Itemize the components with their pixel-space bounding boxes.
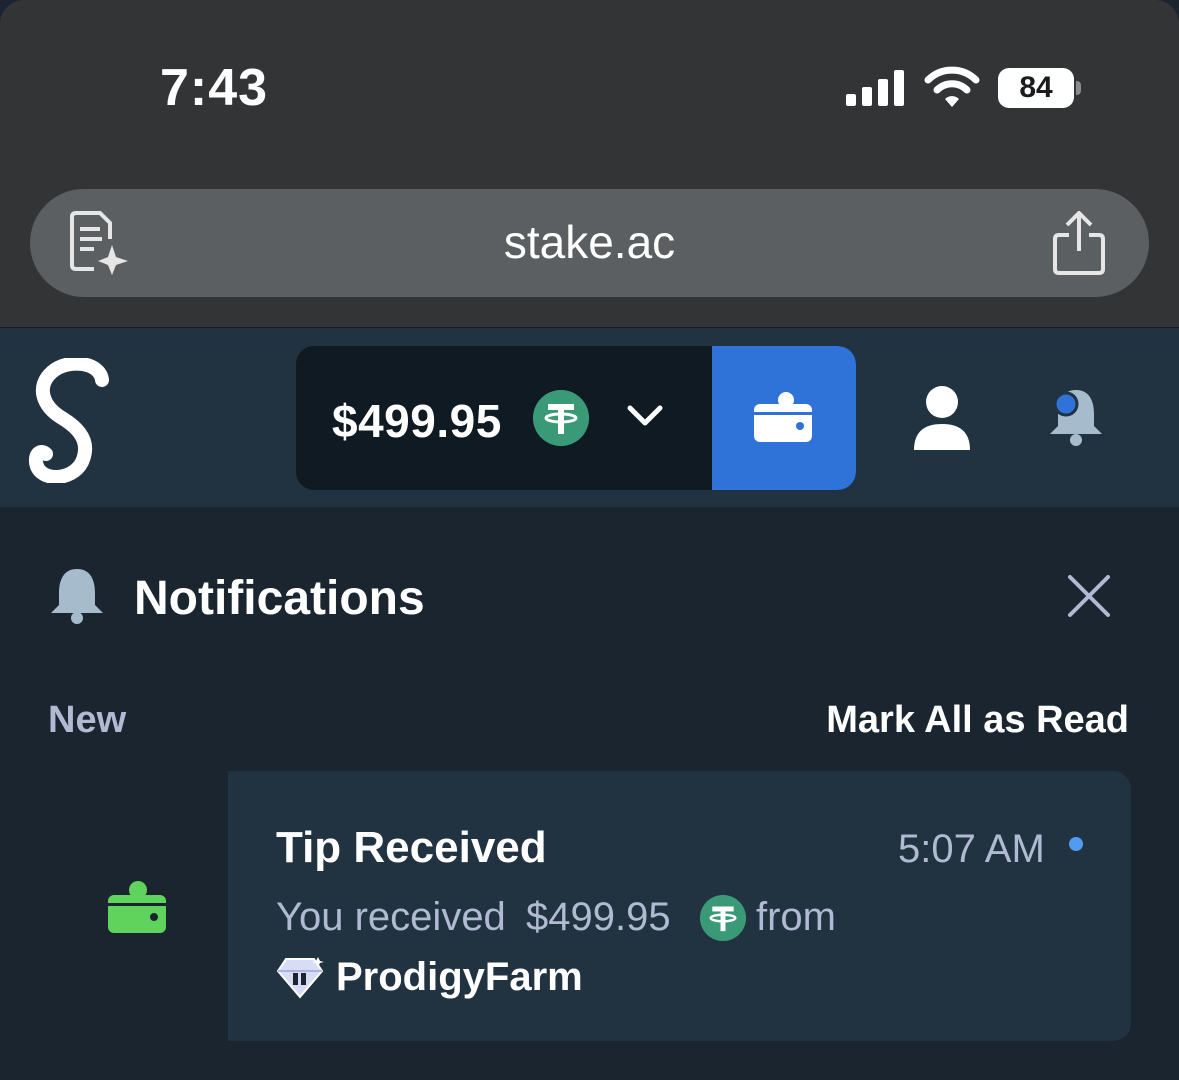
notification-text-prefix: You received (276, 895, 506, 939)
browser-chrome: 7:43 84 stake.ac (0, 0, 1179, 327)
vip-diamond-icon (276, 957, 324, 999)
balance-amount[interactable]: $499.95 (332, 394, 502, 448)
battery-icon: 84 (998, 68, 1082, 108)
wifi-icon (924, 66, 980, 107)
notification-icon-area (48, 771, 228, 1041)
chevron-down-icon[interactable] (626, 404, 664, 428)
section-label-new: New (48, 699, 127, 741)
wallet-icon (108, 881, 166, 933)
tether-icon (700, 895, 746, 941)
notification-bell-icon[interactable] (1046, 384, 1106, 448)
mark-all-read-button[interactable]: Mark All as Read (826, 699, 1129, 742)
notifications-panel: Notifications New Mark All as Read Tip R… (0, 507, 1179, 1080)
bell-icon (51, 569, 103, 624)
notification-item[interactable]: Tip Received 5:07 AM You received $499.9… (48, 771, 1131, 1041)
notification-time: 5:07 AM (898, 827, 1045, 871)
wallet-button[interactable] (712, 346, 856, 490)
notification-title: Tip Received (276, 823, 547, 872)
notification-amount: $499.95 (526, 895, 671, 939)
notification-text-suffix: from (756, 895, 836, 939)
stake-logo[interactable] (28, 358, 118, 483)
app-header: $499.95 (0, 327, 1179, 507)
tether-icon (533, 390, 589, 446)
battery-level: 84 (1019, 71, 1053, 104)
unread-indicator (1069, 837, 1083, 851)
status-time: 7:43 (160, 59, 269, 117)
url-text[interactable]: stake.ac (30, 215, 1149, 269)
user-icon[interactable] (912, 386, 972, 450)
cellular-signal-icon (846, 70, 904, 106)
notifications-title: Notifications (134, 572, 425, 625)
balance-selector[interactable]: $499.95 (296, 346, 856, 490)
wallet-icon (754, 392, 812, 442)
url-bar[interactable]: stake.ac (30, 189, 1149, 297)
close-icon[interactable] (1066, 573, 1112, 619)
share-icon[interactable] (1053, 211, 1105, 275)
notification-sender[interactable]: ProdigyFarm (336, 955, 583, 1000)
